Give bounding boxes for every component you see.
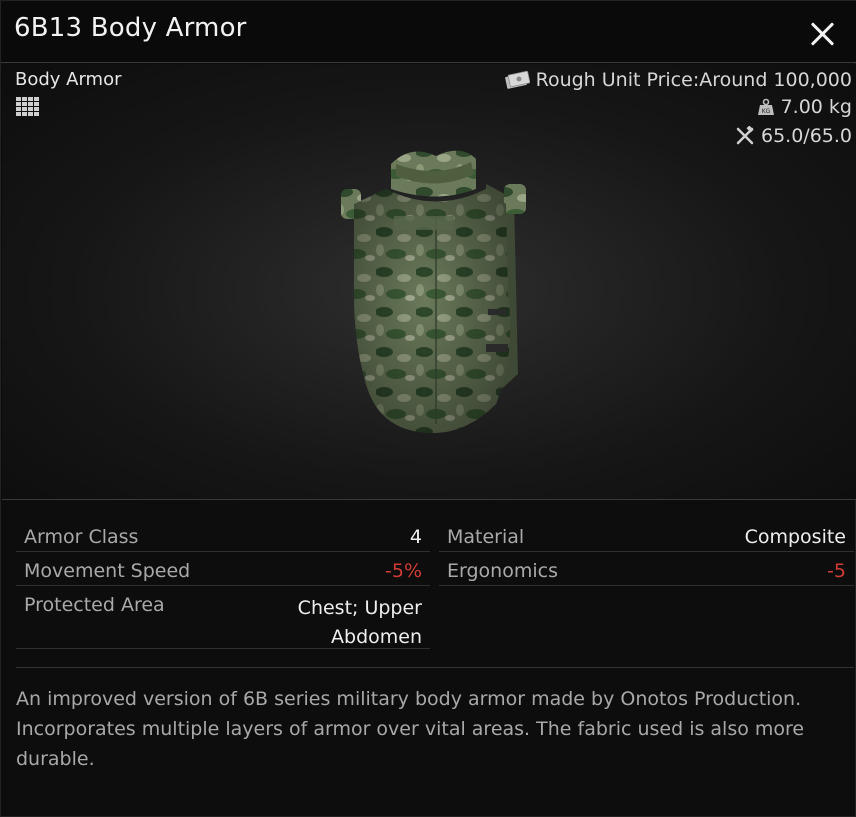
svg-text:KG: KG bbox=[761, 108, 770, 115]
property-label: Armor Class bbox=[24, 526, 139, 548]
weight-icon: KG bbox=[757, 98, 774, 115]
property-value: 4 bbox=[409, 526, 422, 548]
title-bar[interactable]: 6B13 Body Armor bbox=[1, 1, 856, 63]
property-label: Protected Area bbox=[24, 594, 165, 616]
window-title: 6B13 Body Armor bbox=[14, 13, 247, 43]
property-row-material: Material Composite bbox=[439, 521, 854, 552]
property-row-armor-class: Armor Class 4 bbox=[16, 521, 430, 552]
property-row-protected-area: Protected Area Chest; Upper Abdomen bbox=[16, 590, 430, 649]
grid-size-icon bbox=[16, 97, 40, 119]
item-description: An improved version of 6B series militar… bbox=[16, 688, 805, 770]
price-stat: Rough Unit Price:Around 100,000 bbox=[504, 69, 852, 91]
property-label: Movement Speed bbox=[24, 560, 191, 582]
property-value-line: Chest; Upper bbox=[297, 597, 422, 619]
item-preview[interactable]: Body Armor Rough Unit Price:Around 100,0… bbox=[2, 64, 856, 500]
durability-stat: 65.0/65.0 bbox=[735, 125, 852, 147]
durability-value: 65.0/65.0 bbox=[760, 125, 852, 147]
weight-stat: KG 7.00 kg bbox=[757, 96, 852, 118]
wrench-icon bbox=[736, 126, 754, 145]
item-category: Body Armor bbox=[15, 69, 122, 90]
property-row-ergonomics: Ergonomics -5 bbox=[439, 555, 854, 586]
body-armor-image bbox=[341, 150, 526, 434]
property-label: Ergonomics bbox=[447, 560, 558, 582]
property-value: -5% bbox=[385, 560, 422, 582]
close-icon[interactable] bbox=[806, 18, 838, 50]
weight-value: 7.00 kg bbox=[780, 96, 852, 118]
price-label: Rough Unit Price:Around 100,000 bbox=[535, 69, 852, 91]
property-value: Composite bbox=[744, 526, 846, 548]
property-value: Chest; Upper Abdomen bbox=[298, 594, 422, 652]
property-value-line: Abdomen bbox=[331, 626, 422, 648]
property-value: -5 bbox=[827, 560, 846, 582]
section-divider bbox=[16, 667, 854, 668]
banknote-icon bbox=[504, 70, 530, 89]
item-inspect-window: 6B13 Body Armor Body Armor Rough Unit Pr… bbox=[0, 0, 856, 817]
property-row-movement-speed: Movement Speed -5% bbox=[16, 555, 430, 586]
property-label: Material bbox=[447, 526, 525, 548]
